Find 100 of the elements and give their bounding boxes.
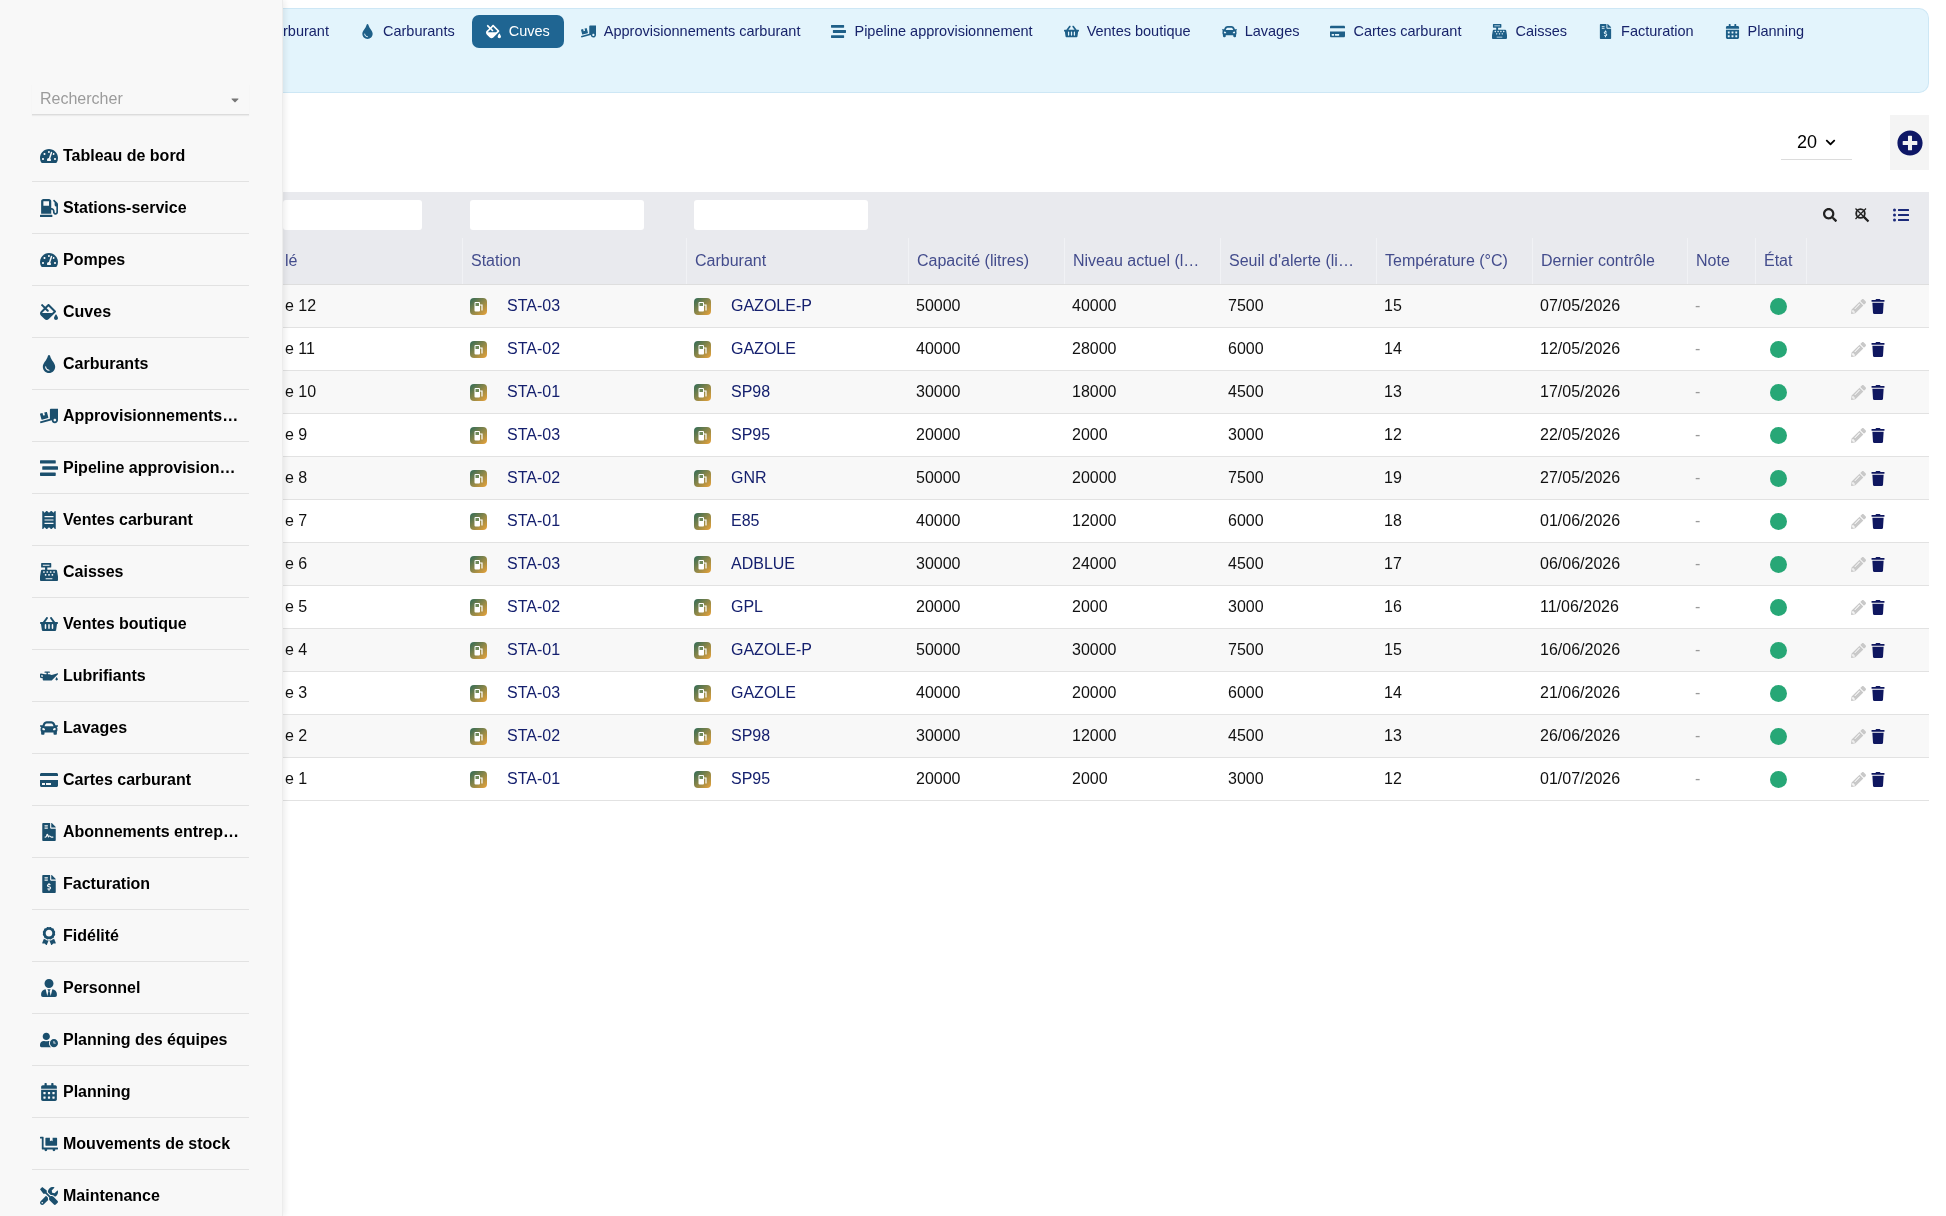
station-link[interactable]: STA-03 bbox=[507, 423, 561, 447]
delete-icon[interactable] bbox=[1870, 384, 1885, 400]
delete-icon[interactable] bbox=[1870, 685, 1885, 701]
invoice-icon bbox=[40, 874, 58, 893]
sidebar-item[interactable]: Lavages bbox=[32, 702, 249, 754]
sidebar-item[interactable]: Ventes carburant bbox=[32, 494, 249, 546]
delete-icon[interactable] bbox=[1870, 341, 1885, 357]
fuel-link[interactable]: GAZOLE bbox=[731, 681, 796, 705]
fuel-pump-icon bbox=[694, 383, 711, 401]
nav-tab[interactable]: Planning bbox=[1710, 15, 1819, 48]
sidebar-item[interactable]: Planning des équipes bbox=[32, 1014, 249, 1066]
sidebar-item[interactable]: Facturation bbox=[32, 858, 249, 910]
sidebar-item[interactable]: Planning bbox=[32, 1066, 249, 1118]
column-header[interactable]: Seuil d'alerte (li… bbox=[1229, 249, 1354, 273]
sidebar-item[interactable]: Ventes boutique bbox=[32, 598, 249, 650]
nav-tab[interactable]: Cuves bbox=[471, 15, 564, 48]
fuel-link[interactable]: SP98 bbox=[731, 380, 771, 404]
sidebar-item[interactable]: Personnel bbox=[32, 962, 249, 1014]
delete-icon[interactable] bbox=[1870, 470, 1885, 486]
fuel-pump-icon bbox=[694, 770, 711, 788]
sidebar-item[interactable]: Tableau de bord bbox=[32, 130, 249, 182]
nav-tab[interactable]: Approvisionnements carburant bbox=[566, 15, 815, 48]
station-link[interactable]: STA-01 bbox=[507, 767, 561, 791]
delete-icon[interactable] bbox=[1870, 556, 1885, 572]
search-field[interactable]: Rechercher bbox=[32, 84, 249, 115]
delete-icon[interactable] bbox=[1870, 427, 1885, 443]
fuel-link[interactable]: SP95 bbox=[731, 423, 771, 447]
fuel-pump-icon bbox=[470, 383, 487, 401]
sidebar-item[interactable]: Pipeline approvision… bbox=[32, 442, 249, 494]
column-header[interactable]: Niveau actuel (l… bbox=[1073, 249, 1200, 273]
station-link[interactable]: STA-02 bbox=[507, 724, 561, 748]
nav-tab[interactable]: Facturation bbox=[1584, 15, 1708, 48]
sidebar-item[interactable]: Abonnements entrep… bbox=[32, 806, 249, 858]
table-cell-text: 15 bbox=[1384, 640, 1402, 660]
sidebar-item[interactable]: Cuves bbox=[32, 286, 249, 338]
truck-icon bbox=[580, 24, 596, 39]
column-header[interactable]: Note bbox=[1696, 249, 1730, 273]
station-link[interactable]: STA-01 bbox=[507, 380, 561, 404]
column-header[interactable]: Station bbox=[471, 249, 521, 273]
fuel-link[interactable]: ADBLUE bbox=[731, 552, 796, 576]
sidebar-item[interactable]: Stations-service bbox=[32, 182, 249, 234]
fuel-link[interactable]: GAZOLE-P bbox=[731, 294, 812, 318]
list-icon[interactable] bbox=[1893, 207, 1909, 223]
fuel-link[interactable]: GAZOLE-P bbox=[731, 638, 812, 662]
nav-tab[interactable]: Ventes boutique bbox=[1049, 15, 1205, 48]
clear-search-icon[interactable] bbox=[1854, 207, 1870, 223]
fuel-link[interactable]: SP95 bbox=[731, 767, 771, 791]
page-size-select[interactable]: 20 bbox=[1781, 125, 1852, 160]
fuel-link[interactable]: GNR bbox=[731, 466, 767, 490]
nav-tab[interactable]: Caisses bbox=[1478, 15, 1582, 48]
station-link[interactable]: STA-01 bbox=[507, 509, 561, 533]
table-cell-text: e 5 bbox=[285, 597, 308, 617]
station-link[interactable]: STA-02 bbox=[507, 466, 561, 490]
sidebar-item[interactable]: Carburants bbox=[32, 338, 249, 390]
nav-tab[interactable]: Pipeline approvisionnement bbox=[817, 15, 1047, 48]
station-link[interactable]: STA-02 bbox=[507, 595, 561, 619]
fuel-link[interactable]: GPL bbox=[731, 595, 763, 619]
fuel-link[interactable]: SP98 bbox=[731, 724, 771, 748]
nav-tab[interactable]: Cartes carburant bbox=[1316, 15, 1476, 48]
calendar-icon bbox=[1724, 24, 1740, 39]
table-cell-text: 3000 bbox=[1228, 425, 1264, 445]
delete-icon[interactable] bbox=[1870, 513, 1885, 529]
sidebar-item[interactable]: Pompes bbox=[32, 234, 249, 286]
delete-icon[interactable] bbox=[1870, 599, 1885, 615]
add-button[interactable] bbox=[1890, 115, 1929, 170]
nav-tab[interactable]: rburant bbox=[283, 15, 343, 48]
fuel-link[interactable]: GAZOLE bbox=[731, 337, 796, 361]
sidebar-item[interactable]: Cartes carburant bbox=[32, 754, 249, 806]
sidebar-item[interactable]: Caisses bbox=[32, 546, 249, 598]
column-header[interactable]: Carburant bbox=[695, 249, 767, 273]
table-cell-text: 06/06/2026 bbox=[1540, 554, 1621, 574]
search-icon[interactable] bbox=[1823, 208, 1837, 222]
column-header[interactable]: Température (°C) bbox=[1385, 249, 1508, 273]
delete-icon[interactable] bbox=[1870, 771, 1885, 787]
station-link[interactable]: STA-03 bbox=[507, 294, 561, 318]
sidebar-item[interactable]: Approvisionnements… bbox=[32, 390, 249, 442]
station-link[interactable]: STA-03 bbox=[507, 681, 561, 705]
column-header[interactable]: Capacité (litres) bbox=[917, 249, 1030, 273]
delete-icon[interactable] bbox=[1870, 728, 1885, 744]
person-clock-icon bbox=[40, 1030, 58, 1049]
fuel-link[interactable]: E85 bbox=[731, 509, 760, 533]
sidebar-item[interactable]: Mouvements de stock bbox=[32, 1118, 249, 1170]
table-cell-text: e 9 bbox=[285, 425, 308, 445]
column-header[interactable]: lé bbox=[285, 249, 298, 273]
station-link[interactable]: STA-01 bbox=[507, 638, 561, 662]
nav-tab[interactable]: Lavages bbox=[1207, 15, 1314, 48]
column-header[interactable]: État bbox=[1764, 249, 1793, 273]
column-header[interactable]: Dernier contrôle bbox=[1541, 249, 1655, 273]
station-link[interactable]: STA-02 bbox=[507, 337, 561, 361]
sidebar-item[interactable]: Maintenance bbox=[32, 1170, 249, 1216]
sidebar-item[interactable]: Lubrifiants bbox=[32, 650, 249, 702]
sidebar-item[interactable]: Fidélité bbox=[32, 910, 249, 962]
delete-icon[interactable] bbox=[1870, 642, 1885, 658]
table-cell-text: e 6 bbox=[285, 554, 308, 574]
table-cell-text: 40000 bbox=[1072, 296, 1117, 316]
nav-tab[interactable]: Carburants bbox=[345, 15, 469, 48]
filter-field[interactable] bbox=[283, 200, 422, 230]
delete-icon[interactable] bbox=[1870, 298, 1885, 314]
station-link[interactable]: STA-03 bbox=[507, 552, 561, 576]
hand-truck-icon bbox=[40, 1134, 58, 1153]
